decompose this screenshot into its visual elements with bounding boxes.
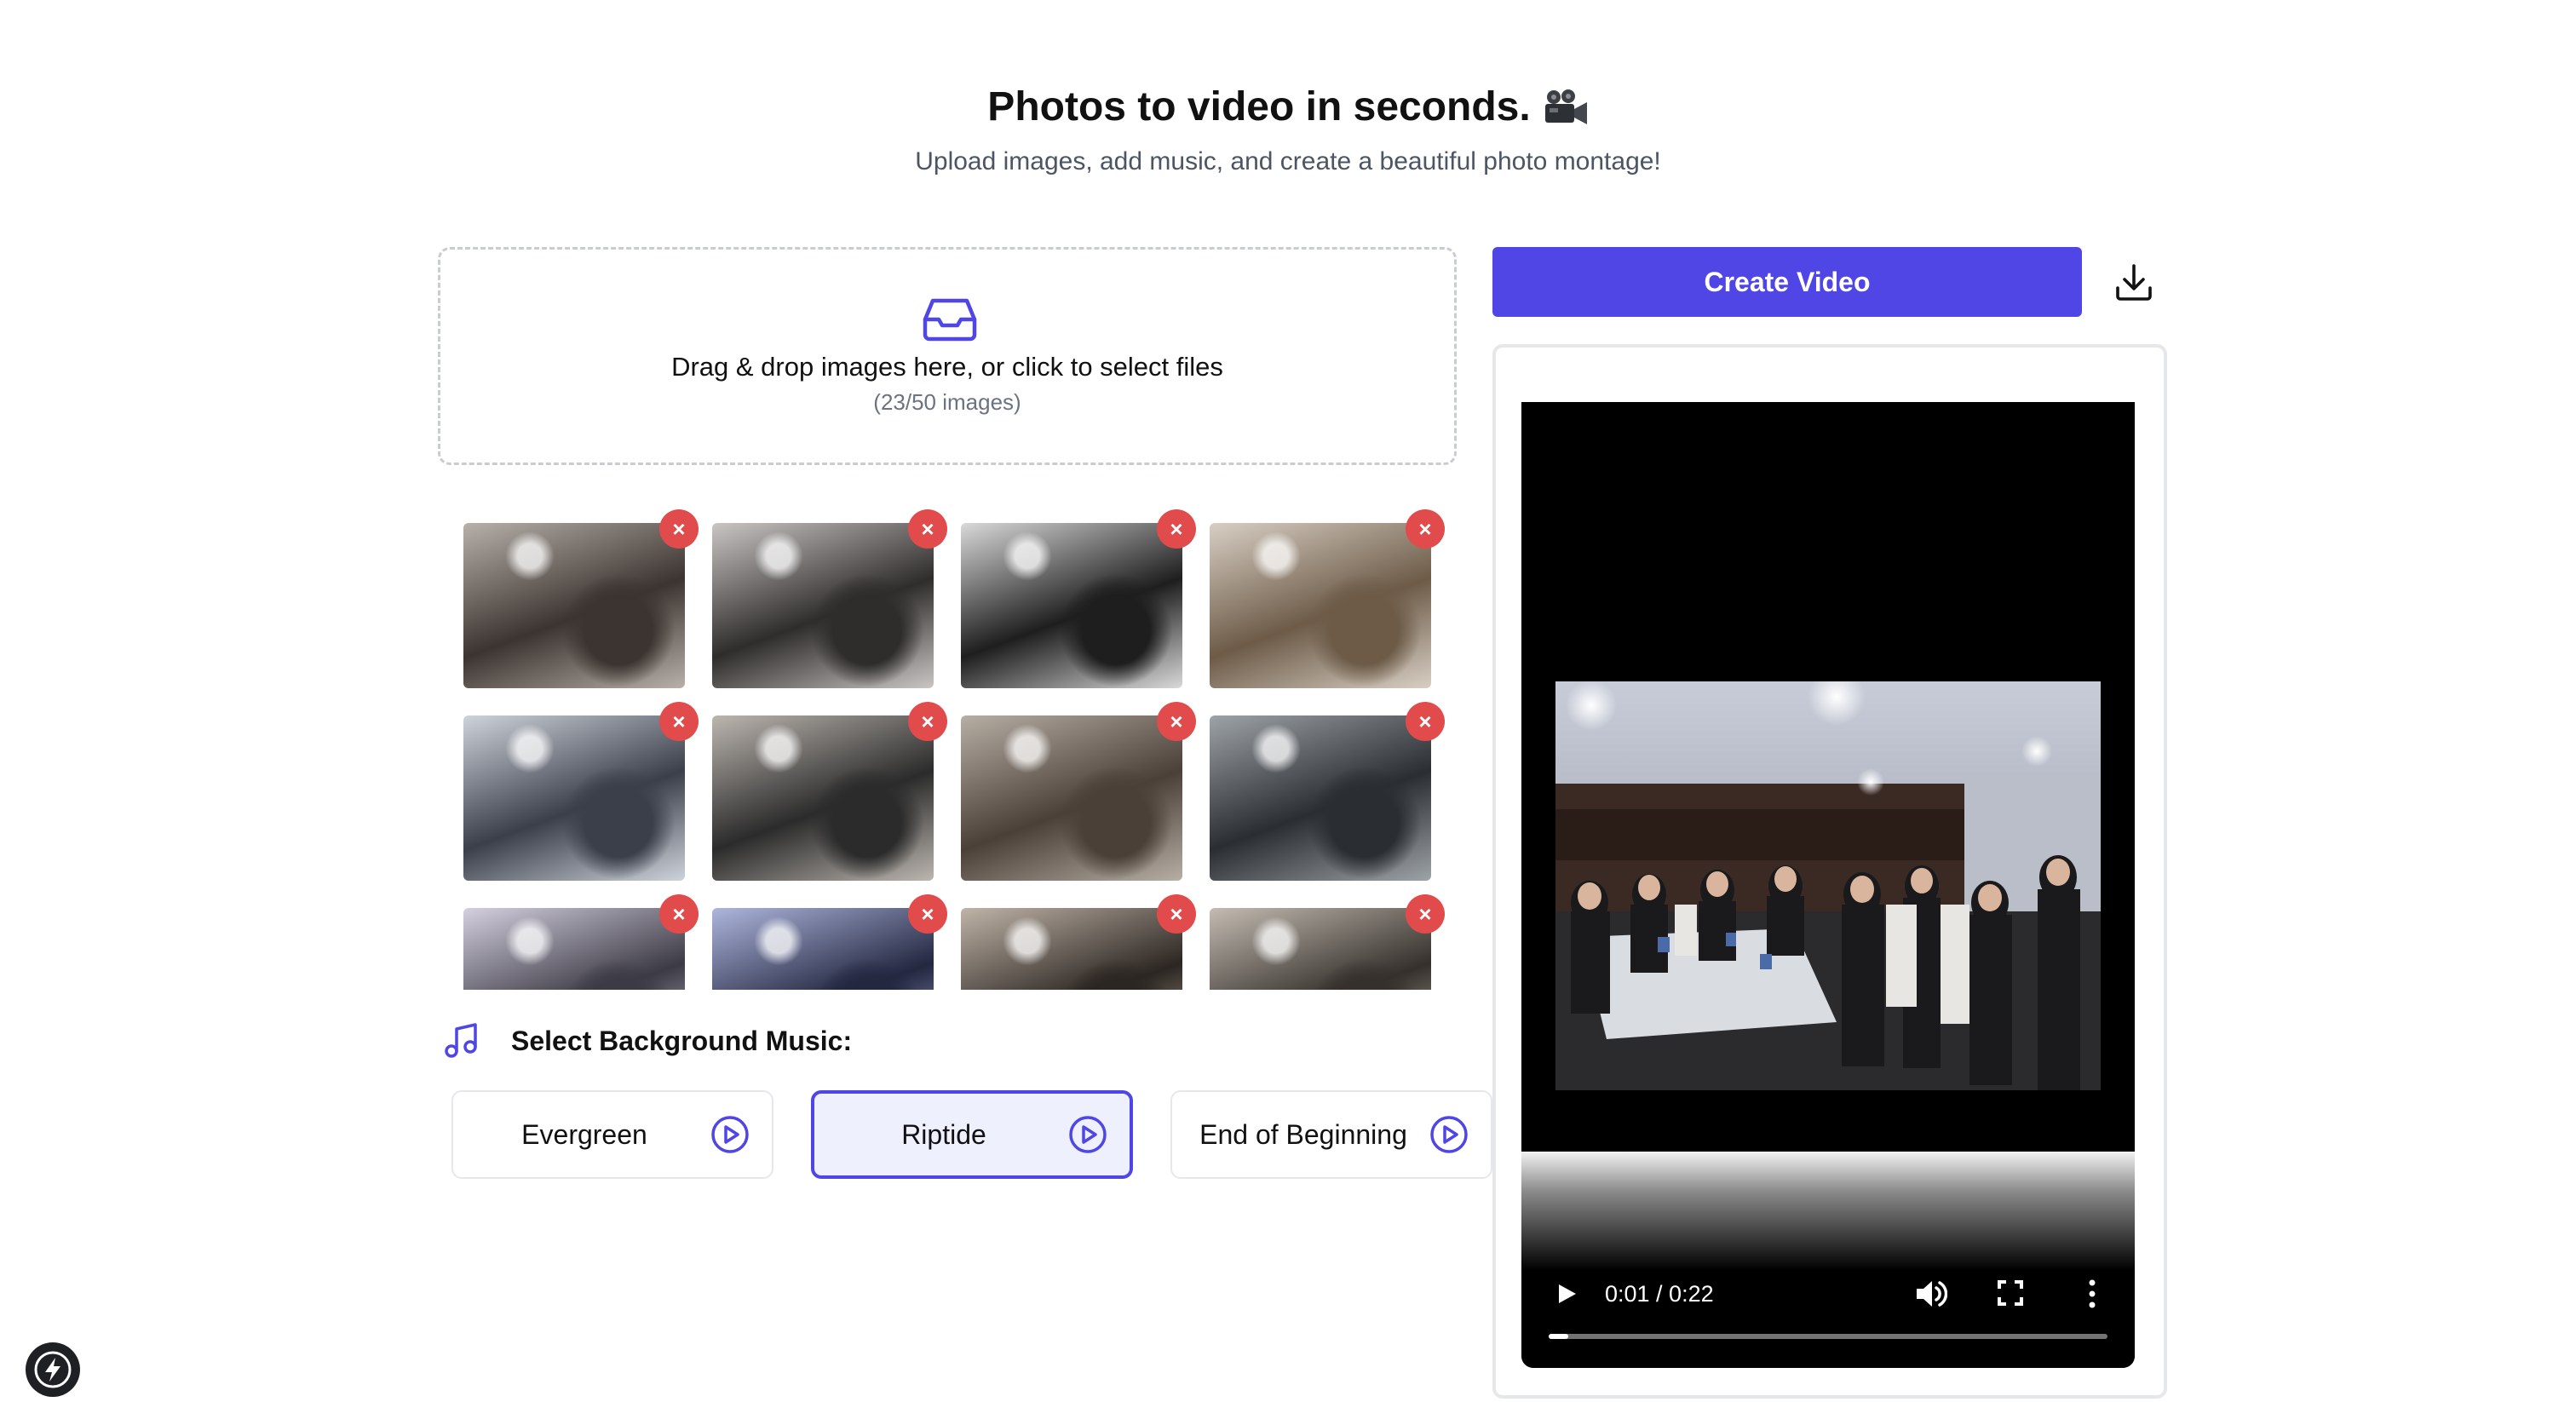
image-dropzone[interactable]: Drag & drop images here, or click to sel…: [438, 247, 1457, 465]
video-frame: [1555, 681, 2101, 1090]
page-header: Photos to video in seconds. Upload image…: [0, 80, 2576, 179]
remove-image-button[interactable]: ×: [659, 509, 699, 549]
music-track-name: End of Beginning: [1199, 1118, 1407, 1150]
music-track-end-of-beginning[interactable]: End of Beginning: [1170, 1090, 1492, 1179]
video-seek-progress: [1549, 1334, 1568, 1339]
remove-image-button[interactable]: ×: [908, 702, 947, 741]
more-options-icon[interactable]: [2087, 1278, 2097, 1310]
remove-image-button[interactable]: ×: [1406, 702, 1445, 741]
music-note-icon: [445, 1023, 477, 1058]
thumbnail-image: [712, 908, 934, 990]
thumbnail-image: [961, 715, 1182, 881]
image-thumbnail: [712, 715, 934, 881]
image-thumbnail: [1210, 908, 1431, 990]
thumbnail-image: [463, 908, 685, 990]
create-video-button[interactable]: Create Video: [1492, 247, 2082, 317]
thumbnail-image: [463, 715, 685, 881]
remove-image-button[interactable]: ×: [1157, 509, 1196, 549]
remove-image-button[interactable]: ×: [659, 702, 699, 741]
lightning-bolt-icon: [34, 1351, 72, 1388]
video-player[interactable]: 0:01 / 0:22: [1521, 402, 2135, 1368]
remove-image-button[interactable]: ×: [1406, 894, 1445, 934]
inbox-icon: [923, 298, 977, 342]
image-thumbnail: [463, 908, 685, 990]
image-thumbnail: [1210, 715, 1431, 881]
play-icon[interactable]: [1554, 1279, 1579, 1308]
page-title-text: Photos to video in seconds.: [987, 84, 1531, 129]
remove-image-button[interactable]: ×: [1157, 702, 1196, 741]
image-thumbnail: [961, 908, 1182, 990]
image-thumbnail: [1210, 523, 1431, 688]
dropzone-instructions: Drag & drop images here, or click to sel…: [671, 352, 1223, 382]
movie-camera-icon: [1544, 89, 1587, 124]
image-thumbnail: [961, 523, 1182, 688]
image-thumbnail: [961, 715, 1182, 881]
music-section-label: Select Background Music:: [511, 1025, 853, 1056]
video-time: 0:01 / 0:22: [1605, 1281, 1714, 1307]
play-circle-icon[interactable]: [1068, 1115, 1107, 1154]
play-circle-icon[interactable]: [710, 1115, 750, 1154]
remove-image-button[interactable]: ×: [1157, 894, 1196, 934]
thumbnail-image: [961, 523, 1182, 688]
music-track-name: Evergreen: [521, 1118, 647, 1150]
page-subtitle: Upload images, add music, and create a b…: [915, 147, 1661, 175]
thumbnail-image: [961, 908, 1182, 990]
play-circle-icon[interactable]: [1429, 1115, 1469, 1154]
music-track-name: Riptide: [901, 1118, 986, 1150]
music-track-riptide[interactable]: Riptide: [811, 1090, 1133, 1179]
dev-tools-badge[interactable]: [26, 1342, 80, 1397]
image-thumbnail: [712, 523, 934, 688]
music-section-header: Select Background Music:: [441, 1019, 852, 1063]
thumbnail-image: [1210, 908, 1431, 990]
download-icon[interactable]: [2113, 261, 2155, 303]
fullscreen-icon[interactable]: [1997, 1279, 2024, 1307]
thumbnail-image: [712, 715, 934, 881]
thumbnail-image: [1210, 523, 1431, 688]
image-count: (23/50 images): [873, 389, 1021, 415]
remove-image-button[interactable]: ×: [1406, 509, 1445, 549]
remove-image-button[interactable]: ×: [908, 894, 947, 934]
thumbnail-image: [712, 523, 934, 688]
video-seek-bar[interactable]: [1549, 1334, 2107, 1339]
remove-image-button[interactable]: ×: [659, 894, 699, 934]
image-thumbnail: [712, 908, 934, 990]
page-title: Photos to video in seconds.: [987, 80, 1588, 135]
music-track-evergreen[interactable]: Evergreen: [451, 1090, 773, 1179]
video-controls: 0:01 / 0:22: [1521, 1254, 2135, 1368]
remove-image-button[interactable]: ×: [908, 509, 947, 549]
volume-icon[interactable]: [1913, 1278, 1947, 1310]
image-thumbnail: [463, 523, 685, 688]
thumbnail-grid[interactable]: × × × × × × × × × × × ×: [438, 503, 1457, 990]
image-thumbnail: [463, 715, 685, 881]
thumbnail-image: [1210, 715, 1431, 881]
thumbnail-image: [463, 523, 685, 688]
